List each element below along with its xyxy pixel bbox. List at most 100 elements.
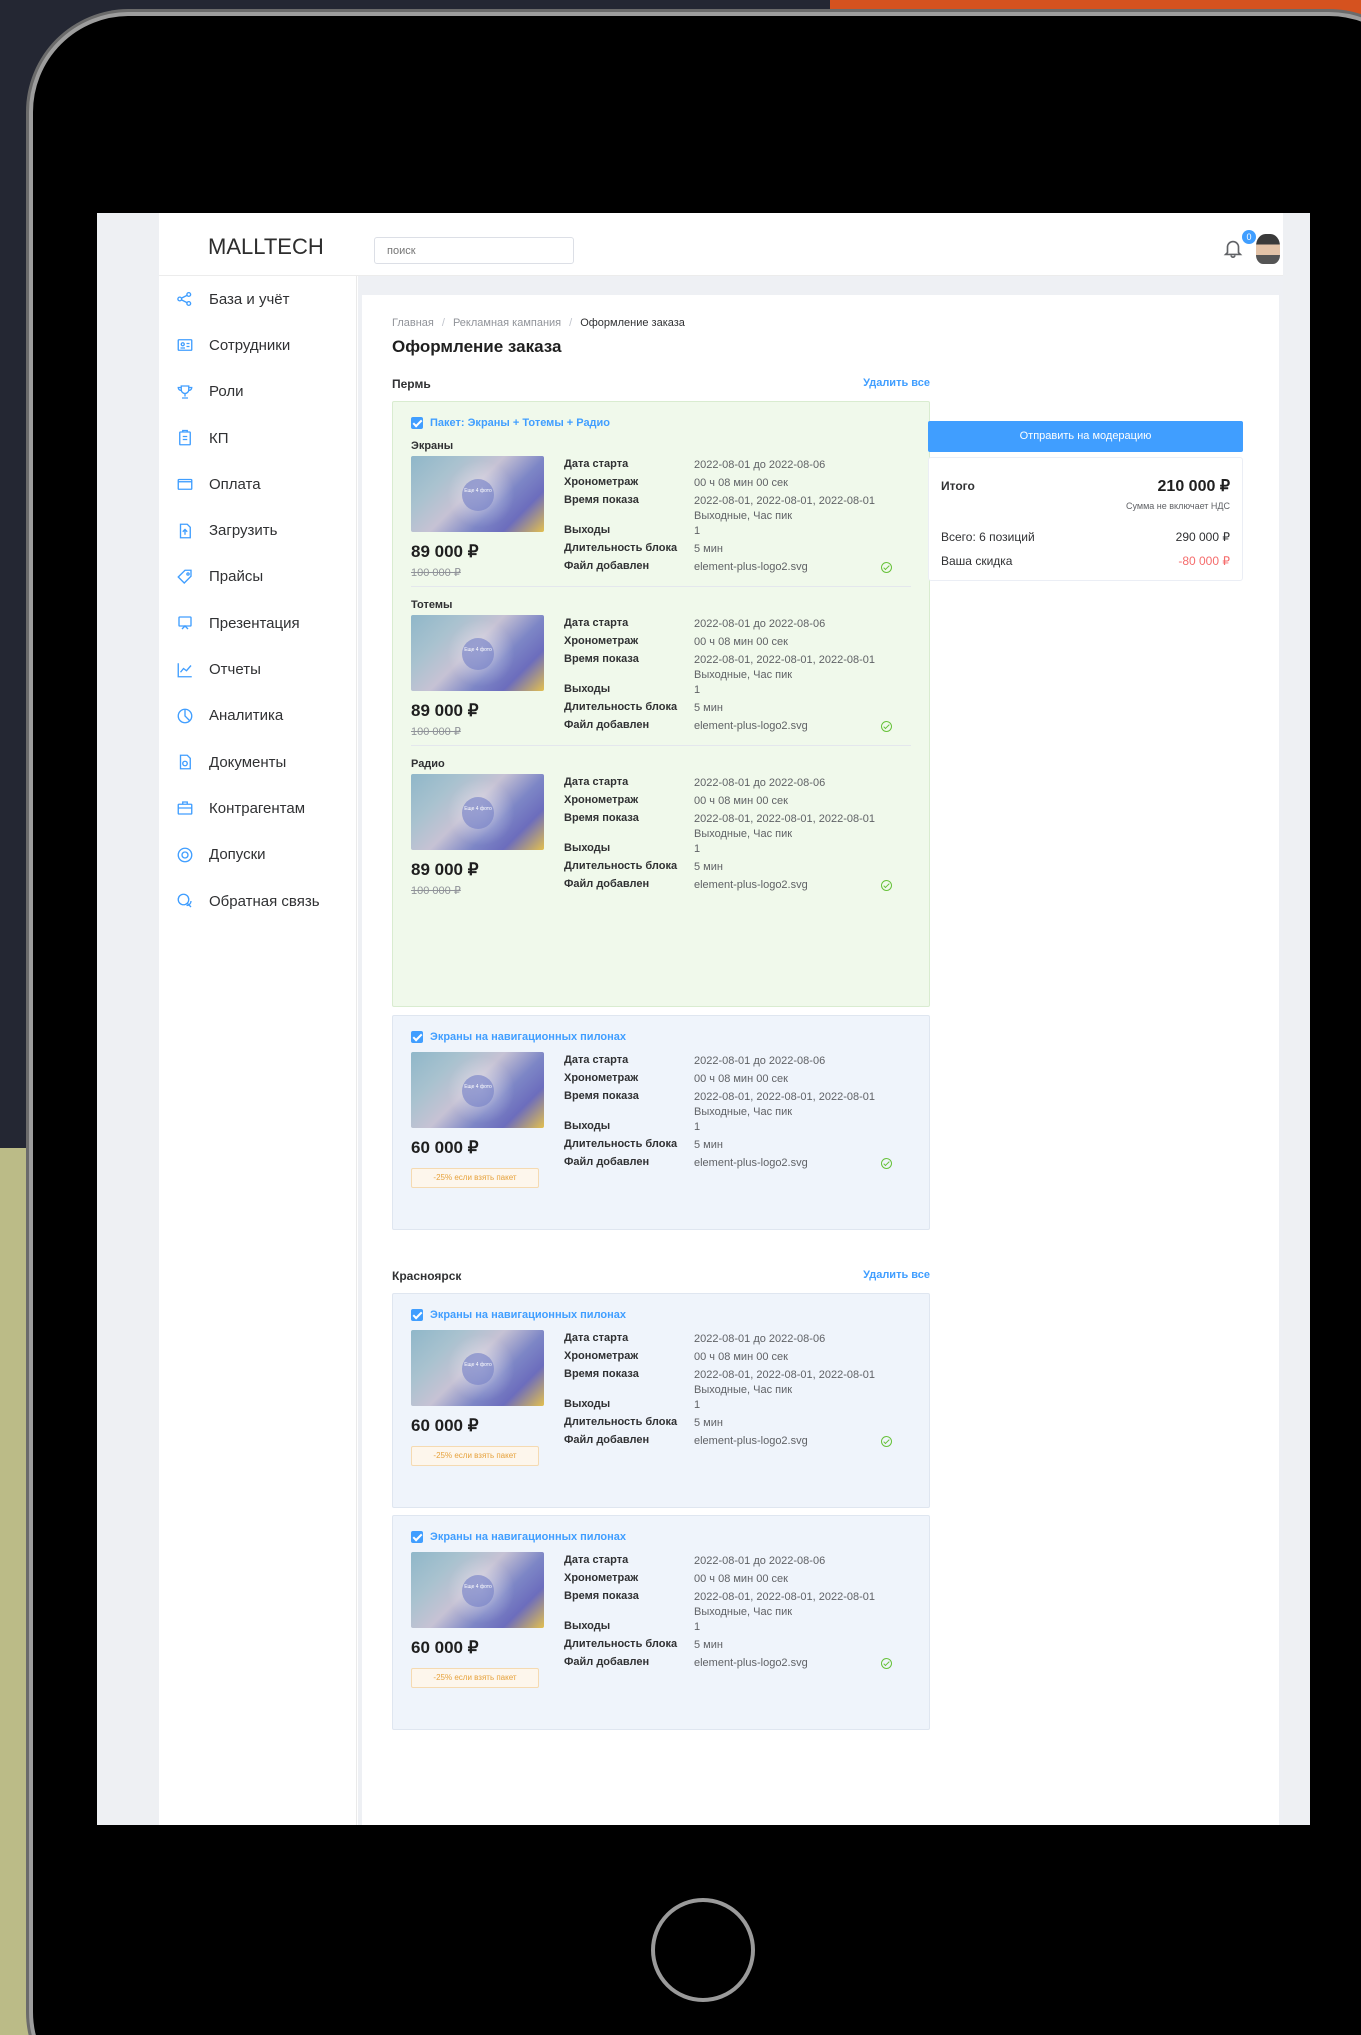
detail-label: Файл добавлен xyxy=(564,1156,650,1168)
more-photos-badge[interactable]: Еще 4 фото xyxy=(462,797,494,829)
sidebar-item-chart-line[interactable]: Отчеты xyxy=(159,646,356,692)
detail-row-outputs: Выходы 1 xyxy=(564,1120,904,1140)
breadcrumb-campaign[interactable]: Рекламная кампания xyxy=(453,317,561,329)
media-thumbnail[interactable]: Еще 4 фото xyxy=(411,456,544,532)
sidebar-item-label: Контрагентам xyxy=(209,799,306,817)
detail-row-date-start: Дата старта 2022-08-01 до 2022-08-06 xyxy=(564,776,904,796)
upload-icon xyxy=(179,523,191,539)
detail-label: Выходы xyxy=(564,1620,611,1632)
detail-row-show-time: Время показа 2022-08-01, 2022-08-01, 2022… xyxy=(564,653,904,681)
media-thumbnail[interactable]: Еще 4 фото xyxy=(411,774,544,850)
check-circle-icon xyxy=(881,721,892,732)
detail-value: 00 ч 08 мин 00 сек xyxy=(694,1073,788,1085)
sidebar-item-upload[interactable]: Загрузить xyxy=(159,507,356,553)
sidebar-item-chat[interactable]: Обратная связь xyxy=(159,878,356,924)
vat-note: Сумма не включает НДС xyxy=(1126,501,1230,511)
city-krasnoyarsk: Красноярск xyxy=(392,1269,462,1283)
app-window: MALLTECH 0 База и учёт Сотрудники Роли КП Оп… xyxy=(159,213,1283,1825)
search-input[interactable] xyxy=(374,237,574,264)
detail-value: 5 мин xyxy=(694,702,723,714)
city-perm: Пермь xyxy=(392,377,431,391)
detail-label: Выходы xyxy=(564,683,611,695)
single-item: Еще 4 фото 60 000 ₽ -25% если взять пакет Д… xyxy=(393,1516,931,1706)
check-circle-icon xyxy=(881,562,892,573)
check-circle-icon xyxy=(881,1158,892,1169)
media-thumbnail[interactable]: Еще 4 фото xyxy=(411,1330,544,1406)
single-group-krasnoyarsk-2: Экраны на навигационных пилонах Еще 4 фо… xyxy=(392,1515,930,1730)
detail-row-date-start: Дата старта 2022-08-01 до 2022-08-06 xyxy=(564,458,904,478)
detail-value: element-plus-logo2.svg xyxy=(694,561,808,573)
item-price: 89 000 ₽ xyxy=(411,860,479,879)
more-photos-badge[interactable]: Еще 4 фото xyxy=(462,1575,494,1607)
more-photos-badge[interactable]: Еще 4 фото xyxy=(462,479,494,511)
media-thumbnail[interactable]: Еще 4 фото xyxy=(411,615,544,691)
clipboard-icon xyxy=(179,429,191,446)
detail-label: Хронометраж xyxy=(564,794,639,806)
item-price: 60 000 ₽ xyxy=(411,1138,479,1157)
item-price: 89 000 ₽ xyxy=(411,542,479,561)
order-panel: Главная / Рекламная кампания / Оформление за… xyxy=(358,295,1283,1825)
checkbox-icon[interactable] xyxy=(411,417,423,429)
breadcrumb-home[interactable]: Главная xyxy=(392,317,434,329)
sidebar-item-presentation[interactable]: Презентация xyxy=(159,600,356,646)
sidebar-item-label: Обратная связь xyxy=(209,892,320,910)
detail-value: 00 ч 08 мин 00 сек xyxy=(694,1573,788,1585)
avatar[interactable] xyxy=(1256,234,1280,264)
more-photos-badge[interactable]: Еще 4 фото xyxy=(462,638,494,670)
detail-row-date-start: Дата старта 2022-08-01 до 2022-08-06 xyxy=(564,1332,904,1352)
detail-label: Хронометраж xyxy=(564,1072,639,1084)
sidebar-item-id-card[interactable]: Сотрудники xyxy=(159,322,356,368)
sidebar-item-label: Прайсы xyxy=(209,568,264,586)
package-title: Пакет: Экраны + Тотемы + Радио xyxy=(430,417,611,429)
detail-row-duration: Хронометраж 00 ч 08 мин 00 сек xyxy=(564,794,904,814)
sidebar-item-label: Презентация xyxy=(209,614,300,632)
detail-value: 5 мин xyxy=(694,1139,723,1151)
detail-value: 00 ч 08 мин 00 сек xyxy=(694,477,788,489)
sidebar-item-label: Роли xyxy=(209,383,244,401)
sidebar-item-pie-chart[interactable]: Аналитика xyxy=(159,693,356,739)
sidebar-item-label: Аналитика xyxy=(209,707,284,725)
bell-icon[interactable] xyxy=(1222,237,1244,259)
more-photos-badge[interactable]: Еще 4 фото xyxy=(462,1353,494,1385)
detail-label: Длительность блока xyxy=(564,701,678,713)
sidebar-item-briefcase[interactable]: Контрагентам xyxy=(159,785,356,831)
sidebar-item-label: База и учёт xyxy=(209,290,290,308)
detail-label: Хронометраж xyxy=(564,476,639,488)
sidebar-item-trophy[interactable]: Роли xyxy=(159,369,356,415)
detail-row-outputs: Выходы 1 xyxy=(564,683,904,703)
check-circle-icon xyxy=(881,880,892,891)
detail-value: 00 ч 08 мин 00 сек xyxy=(694,1351,788,1363)
sidebar-item-document[interactable]: Документы xyxy=(159,739,356,785)
item-price: 89 000 ₽ xyxy=(411,701,479,720)
package-group: Пакет: Экраны + Тотемы + Радио Экраны Еще… xyxy=(392,401,930,1007)
detail-value: 2022-08-01, 2022-08-01, 2022-08-01 Выход… xyxy=(694,1369,876,1396)
briefcase-icon xyxy=(177,801,193,816)
media-thumbnail[interactable]: Еще 4 фото xyxy=(411,1552,544,1628)
sidebar-item-wallet[interactable]: Оплата xyxy=(159,461,356,507)
home-button[interactable] xyxy=(651,1898,755,2002)
detail-value: 2022-08-01 до 2022-08-06 xyxy=(694,777,826,789)
sidebar-item-label: Документы xyxy=(209,753,287,771)
delete-all-perm-button[interactable]: Удалить все xyxy=(842,377,930,389)
detail-row-outputs: Выходы 1 xyxy=(564,1620,904,1640)
detail-label: Время показа xyxy=(564,653,639,665)
wallet-icon xyxy=(177,479,193,491)
package-header[interactable]: Пакет: Экраны + Тотемы + Радио xyxy=(411,417,610,429)
detail-label: Файл добавлен xyxy=(564,1434,650,1446)
detail-row-duration: Хронометраж 00 ч 08 мин 00 сек xyxy=(564,635,904,655)
notification-badge: 0 xyxy=(1242,230,1256,244)
detail-row-block-length: Длительность блока 5 мин xyxy=(564,1638,904,1658)
media-thumbnail[interactable]: Еще 4 фото xyxy=(411,1052,544,1128)
discount-label: Ваша скидка xyxy=(941,554,1013,568)
sidebar-item-coin[interactable]: Допуски xyxy=(159,832,356,878)
detail-label: Дата старта xyxy=(564,776,629,788)
item-name: Тотемы xyxy=(411,599,453,611)
more-photos-badge[interactable]: Еще 4 фото xyxy=(462,1075,494,1107)
submit-moderation-button[interactable]: Отправить на модерацию xyxy=(928,421,1243,452)
sidebar-item-clipboard[interactable]: КП xyxy=(159,415,356,461)
sidebar-item-price-tag[interactable]: Прайсы xyxy=(159,554,356,600)
delete-all-krasnoyarsk-button[interactable]: Удалить все xyxy=(842,1269,930,1281)
sidebar-item-share[interactable]: База и учёт xyxy=(159,276,356,322)
detail-row-date-start: Дата старта 2022-08-01 до 2022-08-06 xyxy=(564,1554,904,1574)
detail-value: 2022-08-01 до 2022-08-06 xyxy=(694,459,826,471)
